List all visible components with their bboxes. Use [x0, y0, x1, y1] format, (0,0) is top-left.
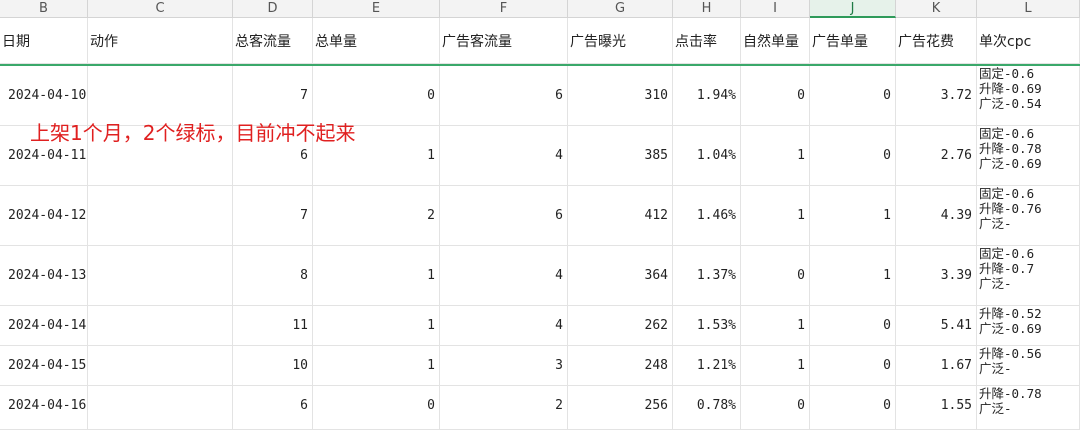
- table-cell-ad_orders[interactable]: 0: [810, 66, 896, 126]
- table-cell-cpc[interactable]: 升降-0.52 广泛-0.69: [977, 306, 1080, 346]
- table-cell-spend[interactable]: 4.39: [896, 186, 977, 246]
- column-header-i[interactable]: I: [741, 0, 810, 18]
- table-cell-action[interactable]: [88, 386, 233, 430]
- table-cell-impressions[interactable]: 248: [568, 346, 673, 386]
- table-cell-impressions[interactable]: 412: [568, 186, 673, 246]
- table-cell-traffic[interactable]: 7: [233, 186, 313, 246]
- header-cell[interactable]: 广告客流量: [440, 18, 568, 64]
- table-cell-ad_orders[interactable]: 0: [810, 306, 896, 346]
- table-cell-ad_traffic[interactable]: 4: [440, 306, 568, 346]
- header-cell[interactable]: 自然单量: [741, 18, 810, 64]
- table-cell-cpc[interactable]: 固定-0.6 升降-0.7 广泛-: [977, 246, 1080, 306]
- column-header-b[interactable]: B: [0, 0, 88, 18]
- header-cell[interactable]: 广告花费: [896, 18, 977, 64]
- table-cell-orders[interactable]: 1: [313, 346, 440, 386]
- table-cell-organic[interactable]: 0: [741, 66, 810, 126]
- header-cell[interactable]: 单次cpc: [977, 18, 1080, 64]
- table-cell-ctr[interactable]: 1.37%: [673, 246, 741, 306]
- table-cell-spend[interactable]: 1.67: [896, 346, 977, 386]
- table-cell-impressions[interactable]: 385: [568, 126, 673, 186]
- table-cell-ad_traffic[interactable]: 2: [440, 386, 568, 430]
- table-cell-ad_traffic[interactable]: 4: [440, 126, 568, 186]
- table-cell-ctr[interactable]: 1.94%: [673, 66, 741, 126]
- table-cell-action[interactable]: [88, 346, 233, 386]
- table-cell-spend[interactable]: 2.76: [896, 126, 977, 186]
- table-cell-orders[interactable]: 0: [313, 386, 440, 430]
- table-cell-organic[interactable]: 1: [741, 346, 810, 386]
- table-cell-organic[interactable]: 1: [741, 126, 810, 186]
- table-cell-spend[interactable]: 3.39: [896, 246, 977, 306]
- table-cell-ctr[interactable]: 0.78%: [673, 386, 741, 430]
- table-cell-organic[interactable]: 0: [741, 246, 810, 306]
- table-cell-spend[interactable]: 1.55: [896, 386, 977, 430]
- table-cell-traffic[interactable]: 8: [233, 246, 313, 306]
- table-cell-organic[interactable]: 1: [741, 306, 810, 346]
- table-cell-ad_orders[interactable]: 1: [810, 246, 896, 306]
- table-cell-impressions[interactable]: 364: [568, 246, 673, 306]
- table-cell-ctr[interactable]: 1.04%: [673, 126, 741, 186]
- table-cell-orders[interactable]: 1: [313, 306, 440, 346]
- table-cell-date[interactable]: 2024-04-12: [0, 186, 88, 246]
- table-cell-cpc[interactable]: 升降-0.78 广泛-: [977, 386, 1080, 430]
- header-cell[interactable]: 广告曝光: [568, 18, 673, 64]
- column-header-l[interactable]: L: [977, 0, 1080, 18]
- table-cell-traffic[interactable]: 11: [233, 306, 313, 346]
- table-cell-action[interactable]: [88, 306, 233, 346]
- column-header-j[interactable]: J: [810, 0, 896, 18]
- spreadsheet-grid: B C D E F G H I J K L 日期 动作 总客流量 总单量 广告客流量 广告曝光 点击率 自然单量 广告…: [0, 0, 1080, 430]
- table-cell-ad_orders[interactable]: 1: [810, 186, 896, 246]
- column-header-c[interactable]: C: [88, 0, 233, 18]
- header-cell[interactable]: 日期: [0, 18, 88, 64]
- table-cell-ctr[interactable]: 1.46%: [673, 186, 741, 246]
- table-cell-cpc[interactable]: 升降-0.56 广泛-: [977, 346, 1080, 386]
- table-cell-ad_traffic[interactable]: 6: [440, 186, 568, 246]
- table-cell-impressions[interactable]: 256: [568, 386, 673, 430]
- table-cell-spend[interactable]: 3.72: [896, 66, 977, 126]
- table-cell-impressions[interactable]: 310: [568, 66, 673, 126]
- table-cell-ctr[interactable]: 1.53%: [673, 306, 741, 346]
- table-cell-traffic[interactable]: 10: [233, 346, 313, 386]
- table-cell-ad_traffic[interactable]: 4: [440, 246, 568, 306]
- table-cell-spend[interactable]: 5.41: [896, 306, 977, 346]
- table-cell-ctr[interactable]: 1.21%: [673, 346, 741, 386]
- table-cell-organic[interactable]: 1: [741, 186, 810, 246]
- header-cell[interactable]: 点击率: [673, 18, 741, 64]
- table-cell-orders[interactable]: 1: [313, 246, 440, 306]
- table-cell-cpc[interactable]: 固定-0.6 升降-0.78 广泛-0.69: [977, 126, 1080, 186]
- column-header-d[interactable]: D: [233, 0, 313, 18]
- header-cell[interactable]: 总单量: [313, 18, 440, 64]
- table-cell-ad_traffic[interactable]: 6: [440, 66, 568, 126]
- table-cell-orders[interactable]: 2: [313, 186, 440, 246]
- table-cell-cpc[interactable]: 固定-0.6 升降-0.69 广泛-0.54: [977, 66, 1080, 126]
- table-cell-impressions[interactable]: 262: [568, 306, 673, 346]
- header-cell[interactable]: 总客流量: [233, 18, 313, 64]
- table-cell-traffic[interactable]: 6: [233, 386, 313, 430]
- column-header-f[interactable]: F: [440, 0, 568, 18]
- header-cell[interactable]: 广告单量: [810, 18, 896, 64]
- red-annotation-text: 上架1个月，2个绿标，目前冲不起来: [30, 121, 356, 145]
- table-cell-date[interactable]: 2024-04-13: [0, 246, 88, 306]
- table-cell-ad_orders[interactable]: 0: [810, 126, 896, 186]
- header-cell[interactable]: 动作: [88, 18, 233, 64]
- column-header-h[interactable]: H: [673, 0, 741, 18]
- table-cell-date[interactable]: 2024-04-16: [0, 386, 88, 430]
- table-cell-date[interactable]: 2024-04-15: [0, 346, 88, 386]
- table-cell-cpc[interactable]: 固定-0.6 升降-0.76 广泛-: [977, 186, 1080, 246]
- table-cell-ad_orders[interactable]: 0: [810, 346, 896, 386]
- column-header-e[interactable]: E: [313, 0, 440, 18]
- table-cell-organic[interactable]: 0: [741, 386, 810, 430]
- column-header-k[interactable]: K: [896, 0, 977, 18]
- table-cell-ad_traffic[interactable]: 3: [440, 346, 568, 386]
- table-cell-action[interactable]: [88, 246, 233, 306]
- table-cell-ad_orders[interactable]: 0: [810, 386, 896, 430]
- table-cell-action[interactable]: [88, 186, 233, 246]
- column-header-g[interactable]: G: [568, 0, 673, 18]
- table-cell-date[interactable]: 2024-04-14: [0, 306, 88, 346]
